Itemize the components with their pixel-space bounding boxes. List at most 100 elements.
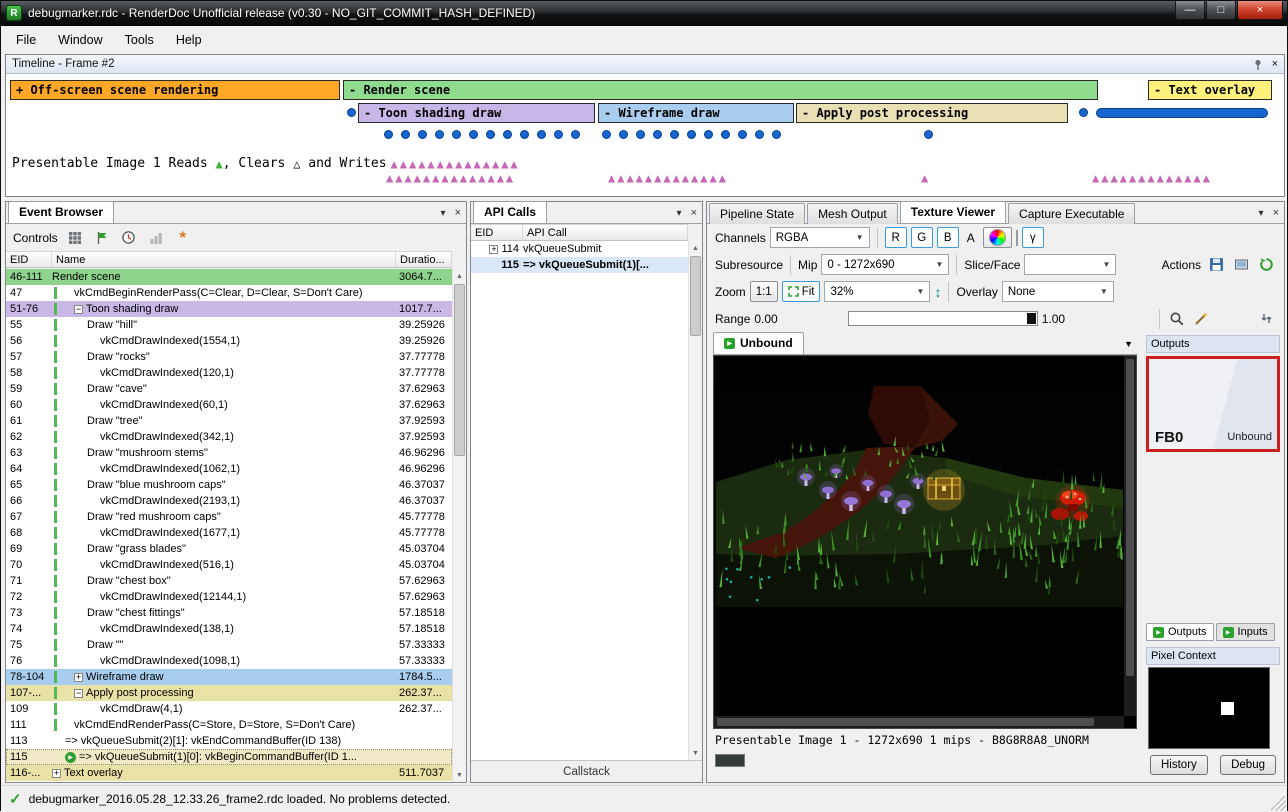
maximize-button[interactable]: □ [1206, 1, 1236, 20]
title-bar[interactable]: R debugmarker.rdc - RenderDoc Unofficial… [1, 1, 1287, 26]
blue-channel-button[interactable]: B [937, 227, 959, 248]
timeline-bar[interactable]: - Apply post processing [796, 103, 1068, 123]
tab-capture-executable[interactable]: Capture Executable [1008, 203, 1135, 224]
event-row[interactable]: 74vkCmdDrawIndexed(138,1)57.18518 [6, 621, 452, 637]
pin-icon[interactable] [1253, 59, 1264, 70]
event-row[interactable]: 57Draw "rocks"37.77778 [6, 349, 452, 365]
event-row[interactable]: 71Draw "chest box"57.62963 [6, 573, 452, 589]
timeline-bar[interactable]: - Text overlay [1148, 80, 1272, 100]
event-row[interactable]: 59Draw "cave"37.62963 [6, 381, 452, 397]
close-icon[interactable]: × [1272, 58, 1278, 70]
histogram-wand-icon[interactable] [1191, 309, 1211, 329]
minimize-button[interactable]: — [1175, 1, 1205, 20]
timeline-bar[interactable]: + Off-screen scene rendering [10, 80, 340, 100]
event-dot[interactable] [602, 130, 611, 139]
menu-help[interactable]: Help [165, 29, 213, 51]
channels-dropdown[interactable]: RGBA▼ [770, 227, 870, 248]
event-row[interactable]: 116-...+Text overlay511.7037 [6, 765, 452, 781]
column-api-call[interactable]: API Call [523, 225, 688, 240]
event-dot[interactable] [772, 130, 781, 139]
bookmark-flag-icon[interactable] [92, 228, 112, 248]
event-dot[interactable] [738, 130, 747, 139]
event-dot[interactable] [619, 130, 628, 139]
range-max[interactable]: 1.00 [1042, 312, 1065, 326]
zoom-fit-button[interactable]: Fit [782, 281, 821, 302]
range-slider[interactable] [848, 311, 1038, 326]
dropdown-icon[interactable]: ▾ [1259, 208, 1264, 219]
range-slider-thumb[interactable] [1027, 313, 1036, 324]
event-row[interactable]: 55Draw "hill"39.25926 [6, 317, 452, 333]
custom-display-button[interactable] [983, 227, 1012, 248]
event-row[interactable]: 111vkCmdEndRenderPass(C=Store, D=Store, … [6, 717, 452, 733]
event-dot[interactable] [503, 130, 512, 139]
event-row[interactable]: 76vkCmdDrawIndexed(1098,1)57.33333 [6, 653, 452, 669]
api-call-row[interactable]: + 114vkQueueSubmit [471, 241, 688, 257]
column-eid[interactable]: EID [471, 225, 523, 240]
event-row[interactable]: 113=> vkQueueSubmit(2)[1]: vkEndCommandB… [6, 733, 452, 749]
pixel-context-view[interactable] [1148, 667, 1270, 749]
zoom-level-dropdown[interactable]: 32%▼ [824, 281, 930, 302]
event-dot[interactable] [401, 130, 410, 139]
autofit-magnifier-icon[interactable] [1167, 309, 1187, 329]
event-row[interactable]: 62vkCmdDrawIndexed(342,1)37.92593 [6, 429, 452, 445]
tab-mesh-output[interactable]: Mesh Output [807, 203, 898, 224]
event-dot[interactable] [384, 130, 393, 139]
close-button[interactable]: × [1237, 1, 1283, 20]
open-external-icon[interactable] [1231, 255, 1251, 275]
texture-vscrollbar[interactable] [1124, 356, 1136, 716]
overlay-dropdown[interactable]: None▼ [1002, 281, 1114, 302]
refresh-icon[interactable] [1256, 255, 1276, 275]
event-row[interactable]: 109vkCmdDraw(4,1)262.37... [6, 701, 452, 717]
current-event-jump-icon[interactable]: * [173, 228, 193, 248]
close-icon[interactable]: × [691, 207, 697, 219]
tab-api-calls[interactable]: API Calls [473, 201, 547, 223]
timeline-bar[interactable]: - Wireframe draw [598, 103, 794, 123]
event-dot[interactable] [721, 130, 730, 139]
expander-icon[interactable]: + [52, 769, 61, 778]
gamma-button[interactable]: γ [1022, 227, 1044, 248]
menu-file[interactable]: File [5, 29, 47, 51]
event-row[interactable]: 46-111Render scene3064.7... [6, 269, 452, 285]
tab-event-browser[interactable]: Event Browser [8, 201, 114, 223]
texture-display[interactable] [713, 355, 1137, 729]
event-row[interactable]: 51-76−Toon shading draw1017.7... [6, 301, 452, 317]
event-dot[interactable] [347, 108, 356, 117]
close-icon[interactable]: × [1273, 207, 1279, 219]
tab-texture-viewer[interactable]: Texture Viewer [900, 201, 1006, 223]
event-dot[interactable] [653, 130, 662, 139]
column-name[interactable]: Name [52, 252, 396, 267]
event-dot[interactable] [571, 130, 580, 139]
range-options-icon[interactable] [1256, 309, 1276, 329]
event-row[interactable]: 65Draw "blue mushroom caps"46.37037 [6, 477, 452, 493]
timeline-canvas[interactable]: Presentable Image 1 Reads ▲, Clears △ an… [6, 74, 1284, 196]
alpha-channel-button[interactable]: A [963, 231, 979, 245]
expander-icon[interactable]: + [74, 673, 83, 682]
mip-dropdown[interactable]: 0 - 1272x690▼ [821, 254, 949, 275]
event-row[interactable]: 69Draw "grass blades"45.03704 [6, 541, 452, 557]
duration-graph-icon[interactable] [146, 228, 166, 248]
save-icon[interactable] [1206, 255, 1226, 275]
fb0-thumbnail[interactable]: FB0 Unbound [1146, 356, 1280, 452]
api-call-row[interactable]: 115=> vkQueueSubmit(1)[... [471, 257, 688, 273]
event-dot[interactable] [704, 130, 713, 139]
event-row[interactable]: 63Draw "mushroom stems"46.96296 [6, 445, 452, 461]
column-eid[interactable]: EID [6, 252, 52, 267]
api-calls-scrollbar[interactable]: ▲ ▼ [688, 241, 702, 760]
texture-hscrollbar[interactable] [714, 716, 1124, 728]
event-dot[interactable] [924, 130, 933, 139]
event-dot[interactable] [520, 130, 529, 139]
tab-pipeline-state[interactable]: Pipeline State [709, 203, 805, 224]
red-channel-button[interactable]: R [885, 227, 907, 248]
event-dot[interactable] [469, 130, 478, 139]
history-button[interactable]: History [1150, 755, 1208, 775]
event-dot[interactable] [636, 130, 645, 139]
resize-grip-icon[interactable] [1271, 796, 1286, 811]
debug-button[interactable]: Debug [1220, 755, 1276, 775]
timeline-bar[interactable]: - Render scene [343, 80, 1098, 100]
event-row[interactable]: 58vkCmdDrawIndexed(120,1)37.77778 [6, 365, 452, 381]
dropdown-icon[interactable]: ▾ [441, 208, 446, 219]
tab-outputs[interactable]: ▶Outputs [1146, 623, 1214, 641]
event-row[interactable]: 61Draw "tree"37.92593 [6, 413, 452, 429]
green-channel-button[interactable]: G [911, 227, 933, 248]
column-duration[interactable]: Duratio... [396, 252, 452, 267]
